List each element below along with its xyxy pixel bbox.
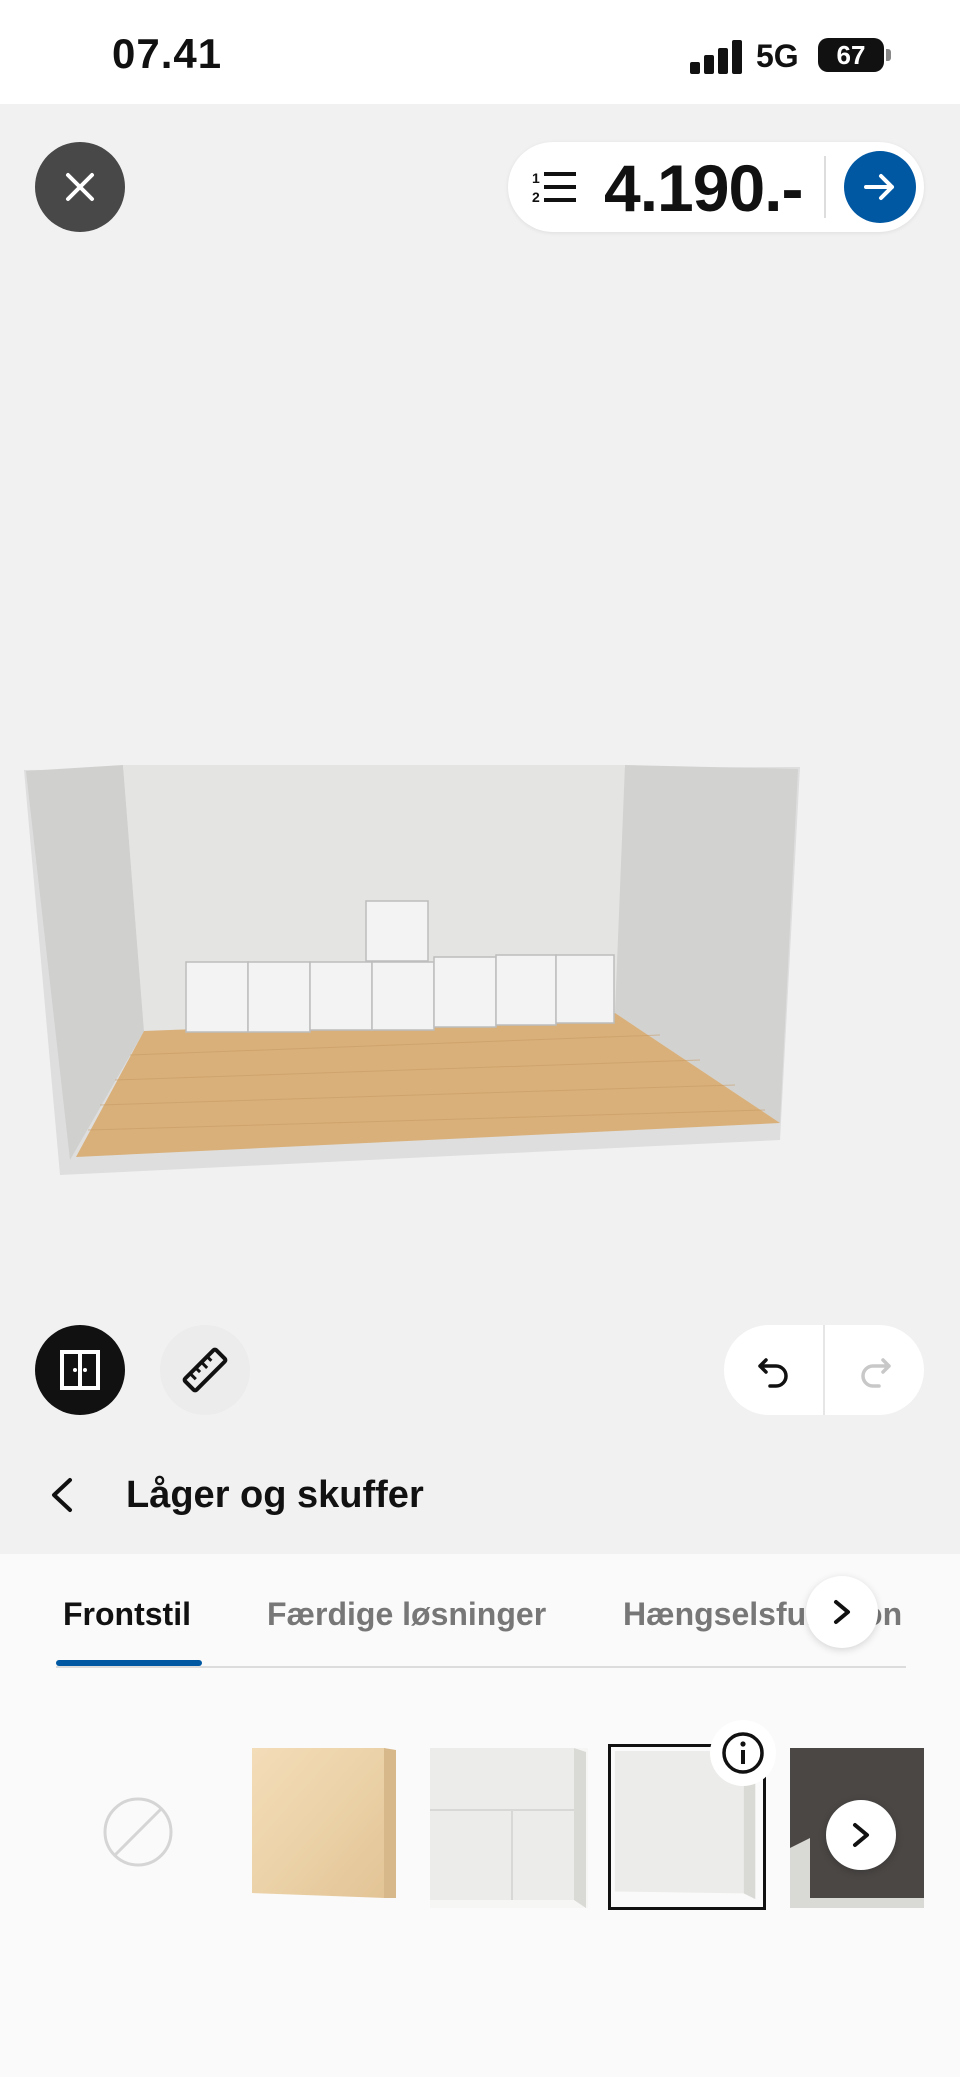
measure-button[interactable] xyxy=(160,1325,250,1415)
divider xyxy=(824,156,826,218)
undo-icon xyxy=(758,1358,788,1388)
battery-icon: 67 xyxy=(818,38,891,72)
fronts-view-button[interactable] xyxy=(35,1325,125,1415)
room-3d-view[interactable] xyxy=(20,755,810,1175)
close-button[interactable] xyxy=(35,142,125,232)
no-front-icon[interactable] xyxy=(102,1796,174,1868)
continue-button[interactable] xyxy=(844,151,916,223)
chevron-left-icon[interactable] xyxy=(42,1474,82,1516)
status-time: 07.41 xyxy=(112,30,223,77)
redo-icon xyxy=(861,1358,891,1388)
svg-text:2: 2 xyxy=(532,189,540,205)
info-icon xyxy=(722,1732,764,1774)
swatches-scroll-button[interactable] xyxy=(826,1800,896,1870)
arrow-right-icon xyxy=(864,174,894,200)
signal-icon xyxy=(690,40,746,74)
tab-underline xyxy=(56,1666,906,1668)
tab-faerdige-loesninger[interactable]: Færdige løsninger xyxy=(267,1596,546,1633)
front-style-list xyxy=(0,1720,960,1920)
door-icon xyxy=(60,1350,100,1390)
tab-frontstil[interactable]: Frontstil xyxy=(63,1596,191,1633)
chevron-right-icon xyxy=(834,1600,850,1624)
tabs-scroll-button[interactable] xyxy=(806,1576,878,1648)
undo-button[interactable] xyxy=(724,1325,824,1415)
redo-button[interactable] xyxy=(825,1325,924,1415)
status-bar: 07.41 5G 67 xyxy=(0,0,960,104)
swatch-birch[interactable] xyxy=(250,1748,398,1898)
total-price: 4.190.- xyxy=(604,151,803,225)
swatch-white-panel[interactable] xyxy=(430,1748,588,1908)
chevron-right-icon xyxy=(853,1823,869,1847)
section-header: Låger og skuffer xyxy=(0,1436,960,1554)
undo-redo-group xyxy=(724,1325,924,1415)
section-title: Låger og skuffer xyxy=(126,1474,424,1516)
info-button[interactable] xyxy=(710,1720,776,1786)
price-summary[interactable]: 1 2 4.190.- xyxy=(508,142,924,232)
network-label: 5G xyxy=(756,38,799,74)
list-icon: 1 2 xyxy=(532,170,576,205)
ruler-icon xyxy=(182,1347,228,1393)
svg-text:1: 1 xyxy=(532,170,540,186)
close-icon xyxy=(66,173,94,201)
tab-bar: Frontstil Færdige løsninger Hængselsfunk… xyxy=(0,1554,960,1672)
